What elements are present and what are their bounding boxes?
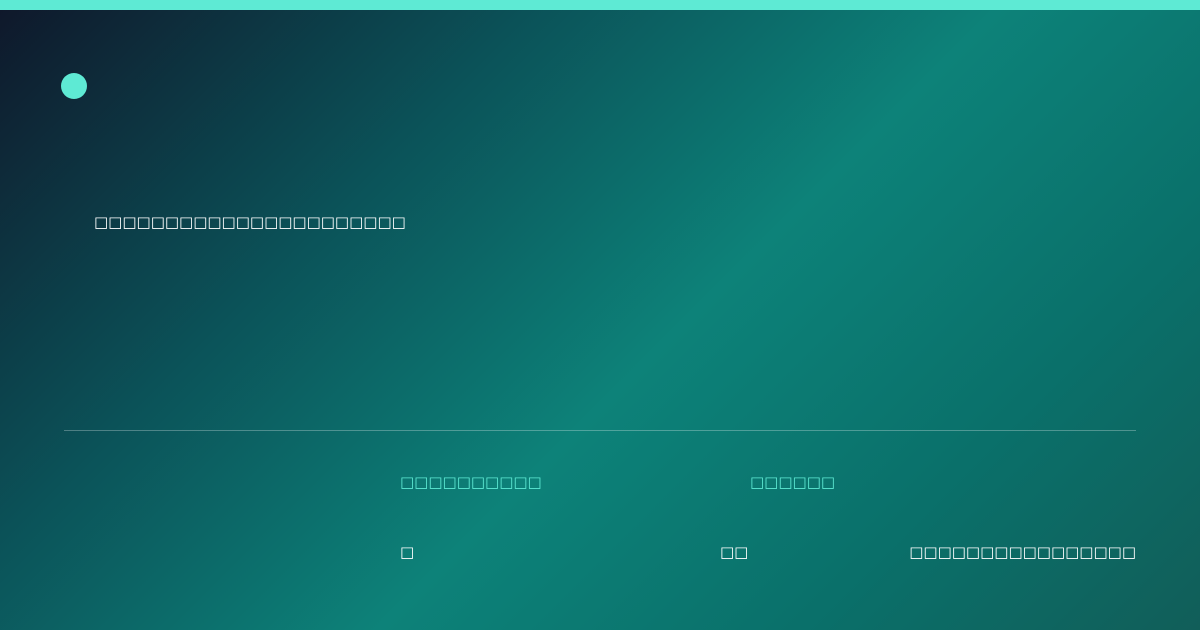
brand-dot-icon: [61, 73, 87, 99]
detail-label-primary: □□□□□□□□□□: [400, 473, 542, 491]
detail-value-tertiary: □□□□□□□□□□□□□□□□: [909, 543, 1136, 561]
section-divider: [64, 430, 1136, 431]
detail-value-secondary: □□: [720, 543, 749, 561]
detail-value-primary: □: [400, 543, 415, 561]
headline-text: □□□□□□□□□□□□□□□□□□□□□□: [94, 213, 406, 231]
accent-top-bar: [0, 0, 1200, 10]
detail-label-secondary: □□□□□□: [750, 473, 836, 491]
share-card: □□□□□□□□□□□□□□□□□□□□□□ □□□□□□□□□□ □□□□□□…: [0, 0, 1200, 630]
